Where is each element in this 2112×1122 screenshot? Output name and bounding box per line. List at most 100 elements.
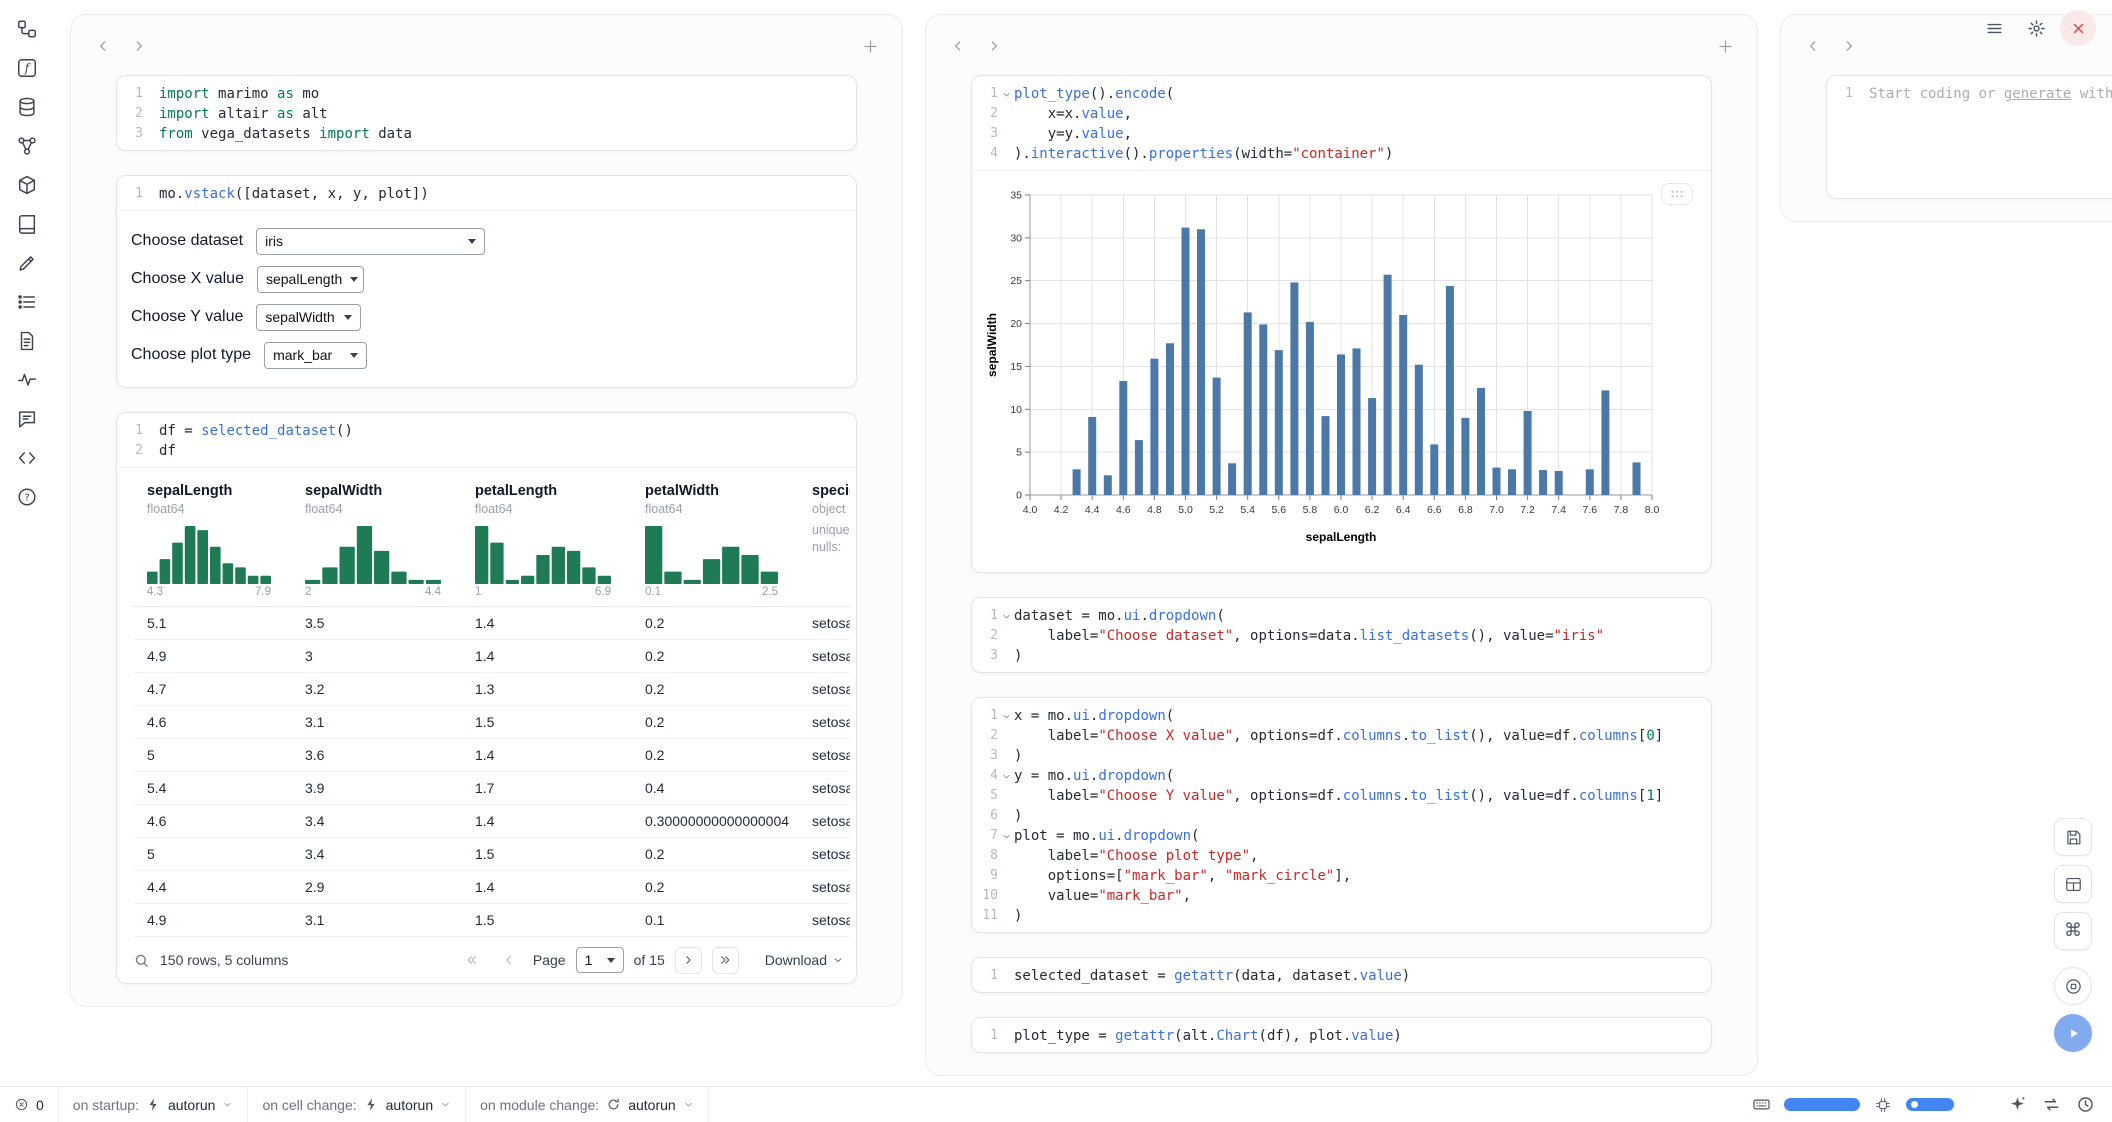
run-setting-1[interactable]: on cell change:autorun <box>248 1087 466 1122</box>
code-editor[interactable]: 1x = mo.ui.dropdown(2 label="Choose X va… <box>972 698 1711 932</box>
select-value: iris <box>265 233 283 249</box>
svg-text:4.2: 4.2 <box>1054 504 1069 516</box>
code-line: 2df <box>117 441 856 461</box>
line-number: 11 <box>972 906 998 926</box>
table-row[interactable]: 5.13.51.40.2setosa <box>133 607 850 640</box>
panel-scratchpad-button[interactable] <box>14 250 40 276</box>
panel-variables-button[interactable]: f <box>14 55 40 81</box>
fold-toggle-icon[interactable] <box>998 606 1014 626</box>
code-editor[interactable]: 1 Start coding or generate with AI <box>1827 76 2112 110</box>
add-cell-button[interactable] <box>1711 32 1739 60</box>
code-editor[interactable]: 1plot_type = getattr(alt.Chart(df), plot… <box>972 1018 1711 1052</box>
panel-outline-button[interactable] <box>14 289 40 315</box>
column-move-right-button[interactable] <box>1835 32 1863 60</box>
keyboard-icon[interactable] <box>1750 1094 1772 1116</box>
run-setting-0[interactable]: on startup:autorun <box>59 1087 249 1122</box>
x-value-select[interactable]: sepalLength <box>257 266 364 293</box>
first-page-button[interactable] <box>459 947 486 974</box>
chart-menu-button[interactable] <box>1661 183 1693 205</box>
code-editor[interactable]: 1selected_dataset = getattr(data, datase… <box>972 958 1711 992</box>
add-cell-button[interactable] <box>856 32 884 60</box>
code-editor[interactable]: 1df = selected_dataset()2df <box>117 413 856 467</box>
dataset-select[interactable]: iris <box>256 228 485 255</box>
shutdown-button[interactable] <box>2060 10 2096 46</box>
table-row[interactable]: 4.42.91.40.2setosa <box>133 871 850 904</box>
ai-wand-icon[interactable] <box>2006 1094 2028 1116</box>
table-cell: 3.1 <box>291 912 461 928</box>
code-line: 2 x=x.value, <box>972 104 1711 124</box>
altair-bar-chart[interactable]: 4.04.24.44.64.85.05.25.45.65.86.06.26.46… <box>984 183 1699 560</box>
vstack-output: Choose datasetirisChoose X valuesepalLen… <box>117 210 856 387</box>
panel-tracebacks-button[interactable] <box>14 367 40 393</box>
settings-button[interactable] <box>2018 10 2054 46</box>
caret-down-icon <box>468 239 476 244</box>
table-cell: 2.9 <box>291 879 461 895</box>
table-row[interactable]: 4.63.11.50.2setosa <box>133 706 850 739</box>
control-label: Choose Y value <box>131 308 243 326</box>
panel-datasources-button[interactable] <box>14 94 40 120</box>
fold-toggle-icon[interactable] <box>998 826 1014 846</box>
panel-help-button[interactable]: ? <box>14 484 40 510</box>
svg-text:sepalLength: sepalLength <box>1306 530 1377 544</box>
history-icon[interactable] <box>2074 1094 2096 1116</box>
fold-toggle-icon[interactable] <box>998 706 1014 726</box>
column-header-species[interactable]: speciesobjectunique:nulls: <box>798 480 850 600</box>
search-icon[interactable] <box>133 952 150 969</box>
panel-file-explorer-button[interactable] <box>14 16 40 42</box>
column-move-left-button[interactable] <box>1799 32 1827 60</box>
next-page-button[interactable] <box>675 947 702 974</box>
column-header-sepalLength[interactable]: sepalLengthfloat644.37.9 <box>133 480 291 600</box>
panel-logs-button[interactable] <box>14 328 40 354</box>
layout-toggle-button[interactable] <box>2054 865 2092 903</box>
save-button[interactable] <box>2054 818 2092 856</box>
variables-icon: f <box>16 57 38 79</box>
code-editor[interactable]: 1import marimo as mo2import altair as al… <box>117 76 856 150</box>
svg-text:6.0: 6.0 <box>1334 504 1349 516</box>
last-page-button[interactable] <box>712 947 739 974</box>
panel-packages-button[interactable] <box>14 172 40 198</box>
run-setting-2[interactable]: on module change:autorun <box>466 1087 709 1122</box>
column-move-right-button[interactable] <box>980 32 1008 60</box>
swap-icon[interactable] <box>2040 1094 2062 1116</box>
table-row[interactable]: 5.43.91.70.4setosa <box>133 772 850 805</box>
fold-toggle-icon[interactable] <box>998 84 1014 104</box>
column-move-left-button[interactable] <box>89 32 117 60</box>
memory-usage-bar[interactable] <box>1784 1098 1860 1111</box>
panel-dependencies-button[interactable] <box>14 133 40 159</box>
generate-with-ai-link[interactable]: generate <box>2004 86 2071 102</box>
column-header-petalLength[interactable]: petalLengthfloat6416.9 <box>461 480 631 600</box>
plot-type-select[interactable]: mark_bar <box>264 342 367 369</box>
fold-toggle-icon[interactable] <box>998 766 1014 786</box>
run-cells-button[interactable] <box>2054 1014 2092 1052</box>
interrupt-button[interactable] <box>2054 967 2092 1005</box>
page-select[interactable]: 1 <box>576 947 624 973</box>
window-controls <box>1976 10 2096 46</box>
code-editor[interactable]: 1mo.vstack([dataset, x, y, plot]) <box>117 176 856 210</box>
panel-chat-button[interactable] <box>14 406 40 432</box>
download-button[interactable]: Download <box>765 952 844 968</box>
column-header-petalWidth[interactable]: petalWidthfloat640.12.5 <box>631 480 798 600</box>
panel-documentation-button[interactable] <box>14 211 40 237</box>
column-move-left-button[interactable] <box>944 32 972 60</box>
column-header-sepalWidth[interactable]: sepalWidthfloat6424.4 <box>291 480 461 600</box>
cell-selected-dataset: 1selected_dataset = getattr(data, datase… <box>971 957 1712 993</box>
table-row[interactable]: 53.61.40.2setosa <box>133 739 850 772</box>
errors-indicator[interactable]: 0 <box>0 1087 59 1122</box>
column-move-right-button[interactable] <box>125 32 153 60</box>
cpu-usage-bar[interactable] <box>1906 1098 1954 1111</box>
y-value-select[interactable]: sepalWidth <box>256 304 361 331</box>
table-row[interactable]: 53.41.50.2setosa <box>133 838 850 871</box>
table-row[interactable]: 4.931.40.2setosa <box>133 640 850 673</box>
panel-snippets-button[interactable] <box>14 445 40 471</box>
run-settings: on startup:autorunon cell change:autorun… <box>59 1087 709 1122</box>
cell-dataset-dropdown: 1dataset = mo.ui.dropdown(2 label="Choos… <box>971 597 1712 673</box>
table-row[interactable]: 4.73.21.30.2setosa <box>133 673 850 706</box>
prev-page-button[interactable] <box>496 947 523 974</box>
code-editor[interactable]: 1plot_type().encode(2 x=x.value,3 y=y.va… <box>972 76 1711 170</box>
keyboard-shortcuts-button[interactable]: ⌘ <box>2054 912 2092 950</box>
table-row[interactable]: 4.93.11.50.1setosa <box>133 904 850 937</box>
table-row[interactable]: 4.63.41.40.30000000000000004setosa <box>133 805 850 838</box>
code-editor[interactable]: 1dataset = mo.ui.dropdown(2 label="Choos… <box>972 598 1711 672</box>
table-cell: 0.2 <box>631 846 798 862</box>
menu-button[interactable] <box>1976 10 2012 46</box>
